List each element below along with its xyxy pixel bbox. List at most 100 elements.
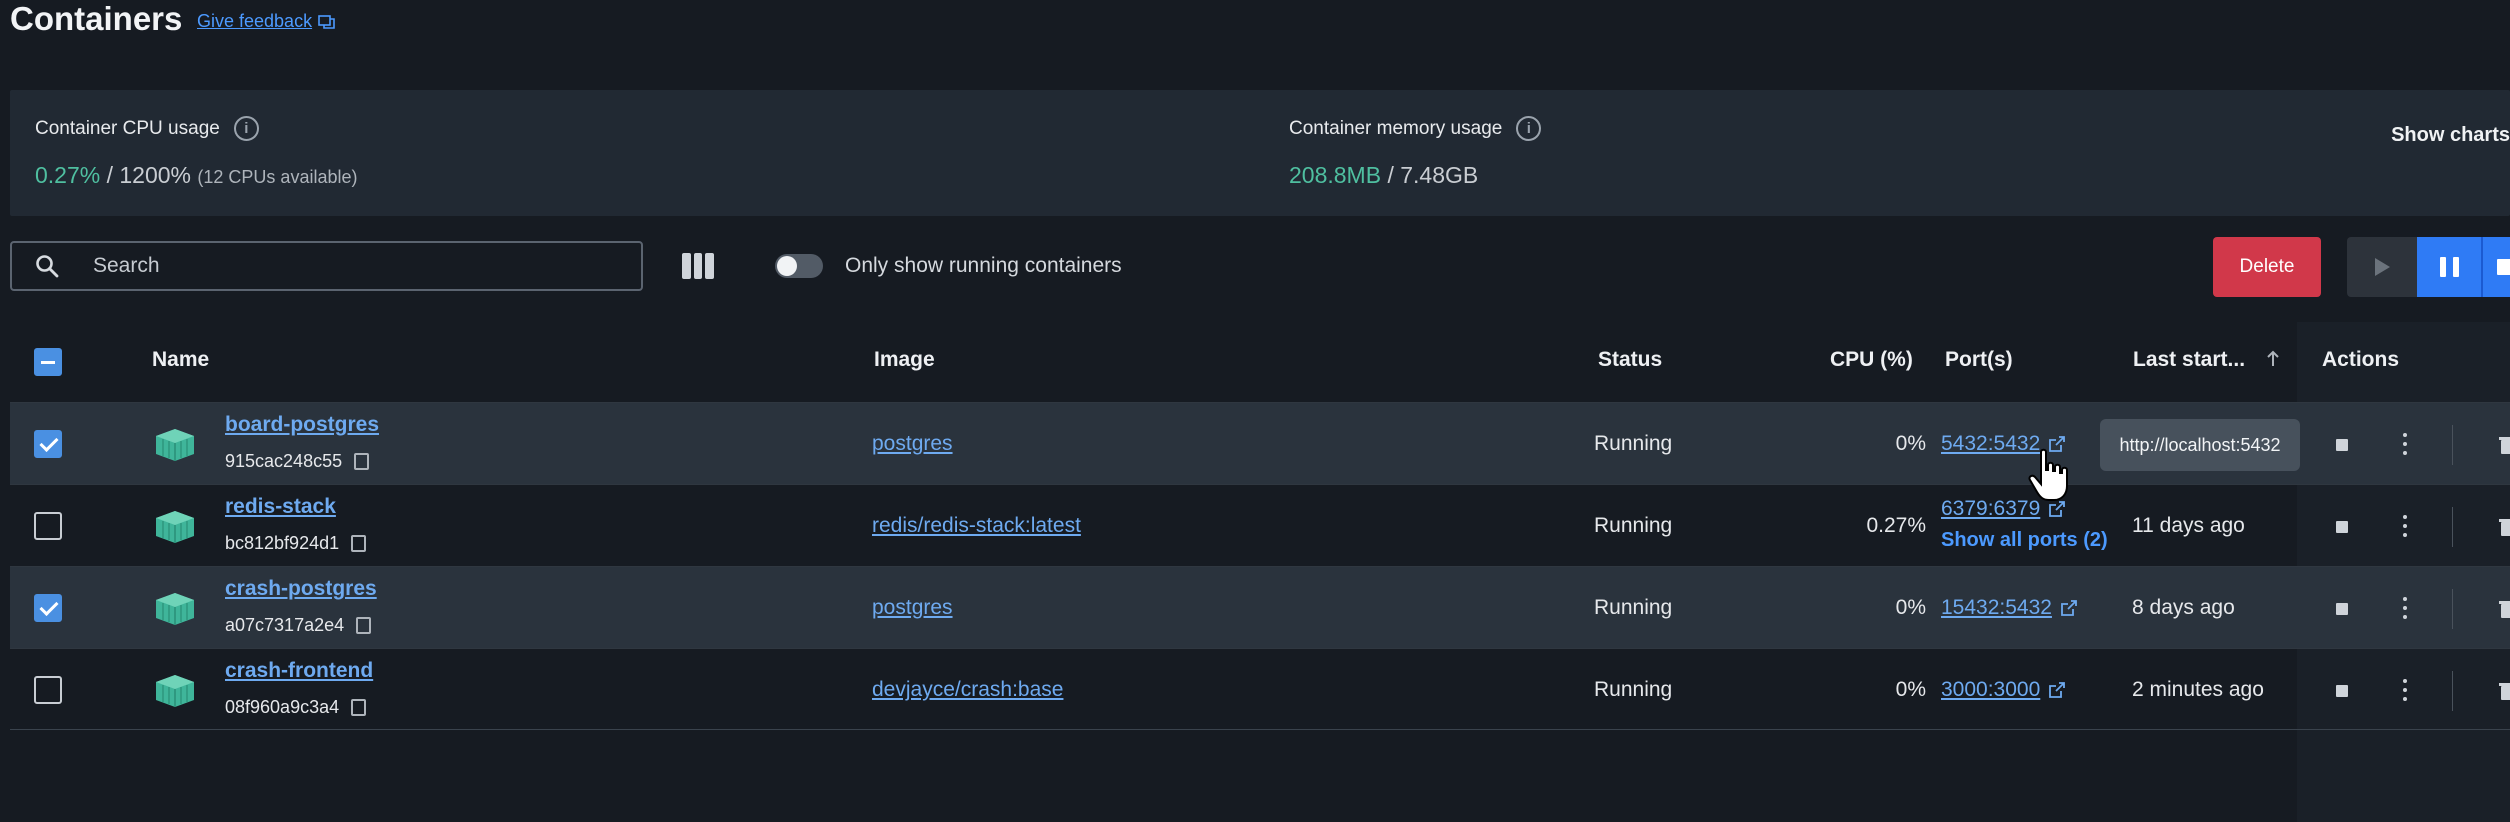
feedback-icon <box>318 14 335 29</box>
memory-usage-label-row: Container memory usage i <box>1289 116 1542 141</box>
more-options-icon[interactable] <box>2403 679 2407 701</box>
search-field[interactable] <box>10 241 643 291</box>
play-icon <box>2375 258 2390 276</box>
running-only-label: Only show running containers <box>845 254 1122 277</box>
copy-icon[interactable] <box>351 699 367 716</box>
status-text: Running <box>1594 596 1673 619</box>
toggle-knob <box>777 256 797 276</box>
col-last-started[interactable]: Last start... <box>2133 348 2281 372</box>
container-name-link[interactable]: board-postgres <box>225 413 379 437</box>
container-icon <box>154 673 196 709</box>
row-checkbox[interactable] <box>34 676 62 704</box>
give-feedback-label: Give feedback <box>197 11 313 31</box>
more-options-icon[interactable] <box>2403 597 2407 619</box>
delete-container-icon[interactable] <box>2498 599 2510 619</box>
cpu-usage-label: Container CPU usage <box>35 117 220 139</box>
external-link-icon <box>2048 681 2066 699</box>
container-id: bc812bf924d1 <box>225 533 367 554</box>
table-row[interactable]: crash-frontend 08f960a9c3a4 devjayce/cra… <box>10 648 2510 730</box>
col-name[interactable]: Name <box>152 348 209 372</box>
col-ports[interactable]: Port(s) <box>1945 348 2013 372</box>
cpu-usage-separator: / <box>100 162 120 188</box>
stop-container-icon[interactable] <box>2336 603 2348 615</box>
last-started-text: 8 days ago <box>2132 596 2235 619</box>
port-link[interactable]: 15432:5432 <box>1941 596 2078 620</box>
select-all-checkbox[interactable] <box>34 348 62 376</box>
cpu-info-icon[interactable]: i <box>233 116 259 141</box>
status-text: Running <box>1594 514 1673 537</box>
row-checkbox[interactable] <box>34 430 62 458</box>
container-id-text: 915cac248c55 <box>225 451 343 471</box>
cpu-usage-total: 1200% <box>119 162 192 188</box>
col-cpu[interactable]: CPU (%) <box>1830 348 1913 372</box>
image-link[interactable]: devjayce/crash:base <box>872 678 1063 702</box>
col-last-started-label: Last start... <box>2133 348 2246 371</box>
col-status[interactable]: Status <box>1598 348 1662 372</box>
show-all-ports-link[interactable]: Show all ports (2) <box>1941 529 2108 552</box>
col-image[interactable]: Image <box>874 348 935 372</box>
search-input[interactable] <box>93 254 613 278</box>
delete-container-icon[interactable] <box>2498 517 2510 537</box>
port-text: 15432:5432 <box>1941 596 2052 619</box>
image-link[interactable]: redis/redis-stack:latest <box>872 514 1081 538</box>
hand-cursor-icon <box>2028 448 2068 501</box>
table-row[interactable]: crash-postgres a07c7317a2e4 postgres Run… <box>10 566 2510 648</box>
table-header: Name Image Status CPU (%) Port(s) Last s… <box>10 322 2510 402</box>
cpu-usage-value: 0.27% / 1200% (12 CPUs available) <box>35 162 357 189</box>
table-row[interactable]: redis-stack bc812bf924d1 redis/redis-sta… <box>10 484 2510 566</box>
copy-icon[interactable] <box>351 535 367 552</box>
image-link[interactable]: postgres <box>872 596 953 620</box>
memory-usage-value: 208.8MB / 7.48GB <box>1289 162 1478 189</box>
container-name-link[interactable]: redis-stack <box>225 495 336 519</box>
last-started-text: 2 minutes ago <box>2132 678 2264 701</box>
status-text: Running <box>1594 432 1673 455</box>
search-icon <box>36 255 59 278</box>
running-only-toggle[interactable] <box>775 254 823 278</box>
cpu-value: 0% <box>1895 596 1926 619</box>
more-options-icon[interactable] <box>2403 433 2407 455</box>
container-id: 915cac248c55 <box>225 451 370 472</box>
copy-icon[interactable] <box>356 617 372 634</box>
memory-usage-separator: / <box>1381 162 1401 188</box>
cpu-value: 0% <box>1895 432 1926 455</box>
cpu-usage-label-row: Container CPU usage i <box>35 116 259 141</box>
last-started-text: 11 days ago <box>2132 514 2245 537</box>
row-checkbox[interactable] <box>34 594 62 622</box>
external-link-icon <box>2060 599 2078 617</box>
cpu-value: 0.27% <box>1866 514 1926 537</box>
container-id: a07c7317a2e4 <box>225 615 372 636</box>
port-text: 5432:5432 <box>1941 432 2041 455</box>
port-tooltip: http://localhost:5432 <box>2100 419 2300 471</box>
give-feedback-link[interactable]: Give feedback <box>197 11 336 32</box>
columns-icon[interactable] <box>682 253 715 279</box>
row-checkbox[interactable] <box>34 512 62 540</box>
delete-container-icon[interactable] <box>2498 435 2510 455</box>
memory-info-icon[interactable]: i <box>1516 116 1542 141</box>
container-id-text: a07c7317a2e4 <box>225 615 345 635</box>
stop-button[interactable] <box>2481 237 2510 297</box>
usage-panel: Container CPU usage i 0.27% / 1200% (12 … <box>10 90 2510 216</box>
delete-button[interactable]: Delete <box>2213 237 2321 297</box>
status-text: Running <box>1594 678 1673 701</box>
sort-arrow-up-icon <box>2267 350 2279 366</box>
container-name-link[interactable]: crash-postgres <box>225 577 377 601</box>
port-link[interactable]: 3000:3000 <box>1941 678 2066 702</box>
stop-container-icon[interactable] <box>2336 521 2348 533</box>
container-name-link[interactable]: crash-frontend <box>225 659 373 683</box>
cpu-value: 0% <box>1895 678 1926 701</box>
cpu-usage-current: 0.27% <box>35 162 101 188</box>
image-link[interactable]: postgres <box>872 432 953 456</box>
pause-icon <box>2439 257 2446 277</box>
stop-container-icon[interactable] <box>2336 685 2348 697</box>
show-charts-button[interactable]: Show charts <box>2391 124 2510 147</box>
container-icon <box>154 591 196 627</box>
delete-container-icon[interactable] <box>2498 681 2510 701</box>
more-options-icon[interactable] <box>2403 515 2407 537</box>
page-title: Containers <box>10 0 183 37</box>
stop-container-icon[interactable] <box>2336 439 2348 451</box>
actions-divider <box>2452 425 2453 465</box>
container-id: 08f960a9c3a4 <box>225 697 367 718</box>
start-button[interactable] <box>2347 237 2417 297</box>
pause-button[interactable] <box>2417 237 2481 297</box>
copy-icon[interactable] <box>354 453 370 470</box>
